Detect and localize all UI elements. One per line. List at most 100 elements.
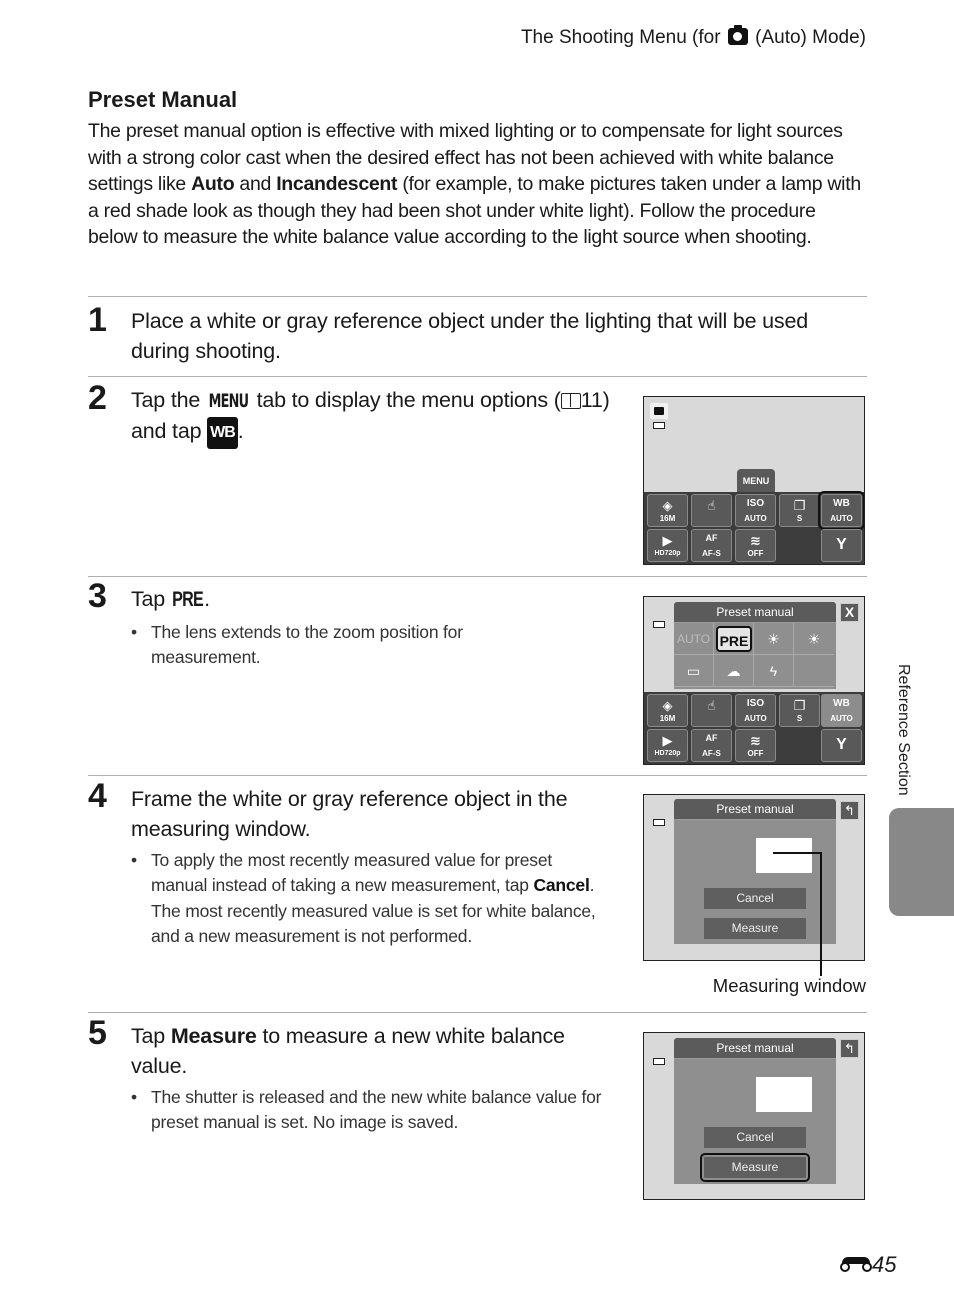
wind-noise-tile[interactable]: ≋ OFF [735,529,776,562]
page-number-text: 45 [872,1252,897,1277]
header-text-after: (Auto) Mode) [755,27,866,48]
divider [88,775,867,776]
camera-screen-preset-measure-selected: Preset manual ↰ Cancel Measure [643,1032,865,1200]
continuous-tile[interactable]: ❐ S [779,694,820,727]
movie-af-icon: AF [705,533,718,543]
preset-panel: Cancel Measure [674,1059,836,1184]
intro-text: and [234,173,277,196]
battery-icon [653,1058,665,1065]
setup-tile[interactable]: Y [821,529,862,562]
wb-option-flash[interactable]: ϟ [754,655,794,687]
bullet-text: The lens extends to the zoom position fo… [151,622,463,668]
bullet-text: The shutter is released and the new whit… [151,1087,602,1133]
text: Tap the [131,388,206,412]
daylight-icon: ☀ [767,631,780,647]
wind-noise-icon: ≋ [750,733,761,748]
image-mode-tile[interactable]: ◈ 16M [647,494,688,527]
touch-shooting-icon: ☝ [707,498,716,513]
white-balance-icon: WB [833,698,850,709]
white-balance-icon: WB [207,417,238,449]
running-header: The Shooting Menu (for (Auto) Mode) [521,25,866,49]
text: . [237,419,244,443]
movie-af-tile[interactable]: AF AF-S [691,729,732,762]
iso-icon: ISO [746,698,765,709]
white-balance-tile[interactable]: WB AUTO [818,491,864,530]
panel-title: Preset manual [674,602,836,623]
close-button[interactable]: X [840,603,859,622]
continuous-icon: ❐ [793,698,806,713]
auto-mode-camera-icon [650,403,668,419]
divider [88,376,867,377]
wb-option-incandescent[interactable]: ☀ [794,623,834,655]
step-number: 5 [88,1014,107,1052]
bullet-item: • To apply the most recently measured val… [131,848,601,949]
back-button[interactable]: ↰ [840,1039,859,1058]
step-text: Place a white or gray reference object u… [131,309,808,363]
wind-noise-tile[interactable]: ≋ OFF [735,729,776,762]
camera-screen-wb-options: Preset manual X AUTO PRE ☀ ☀ ▭ ☁ ϟ ◈ 16M … [643,596,865,765]
movie-af-tile[interactable]: AF AF-S [691,529,732,562]
continuous-icon: ❐ [793,498,806,513]
menu-tab[interactable]: MENU [737,469,775,493]
callout-line [773,852,822,854]
white-balance-tile[interactable]: WB AUTO [821,694,862,727]
callout-measuring-window: Measuring window [712,975,866,996]
section-title: Preset Manual [88,87,238,112]
cancel-button[interactable]: Cancel [704,1127,806,1148]
measure-button[interactable]: Measure [700,1153,810,1182]
battery-icon [653,621,665,628]
text: . [204,587,210,611]
panel-title: Preset manual [674,799,836,820]
callout-line [820,852,822,976]
iso-icon: ISO [746,498,765,509]
cancel-button[interactable]: Cancel [704,888,806,909]
setup-wrench-icon: Y [836,736,847,753]
divider [88,576,867,577]
intro-paragraph: The preset manual option is effective wi… [88,118,868,251]
camera-screen-preset-measure: Preset manual ↰ Cancel Measure [643,794,865,961]
setup-tile[interactable]: Y [821,729,862,762]
back-button[interactable]: ↰ [840,801,859,820]
wind-noise-icon: ≋ [750,533,761,548]
step-number: 2 [88,379,107,417]
preset-manual-button[interactable]: PRE [716,626,752,652]
fluorescent-icon: ▭ [686,663,701,679]
auto-mode-camera-icon [727,25,748,45]
white-balance-icon: WB [833,498,850,509]
panel-title: Preset manual [674,1038,836,1059]
text: tab to display the menu options ( [250,388,561,412]
text: Tap [131,587,171,611]
image-mode-tile[interactable]: ◈ 16M [647,694,688,727]
bullet-item: • The shutter is released and the new whi… [131,1085,611,1136]
measure-button[interactable]: Measure [704,918,806,939]
touch-shooting-tile[interactable]: ☝ [691,694,732,727]
cloudy-icon: ☁ [726,663,741,679]
continuous-tile[interactable]: ❐ S [779,494,820,527]
movie-tile[interactable]: ▶ HD720p [647,729,688,762]
iso-tile[interactable]: ISO AUTO [735,494,776,527]
iso-tile[interactable]: ISO AUTO [735,694,776,727]
text: To apply the most recently measured valu… [151,850,553,896]
wb-option-cloudy[interactable]: ☁ [714,655,754,687]
image-mode-icon: ◈ [662,498,673,513]
page-reference: 11 [580,388,603,412]
measuring-window [756,1077,812,1112]
step-number: 3 [88,577,107,615]
wb-option-fluorescent[interactable]: ▭ [674,655,714,687]
measuring-window [756,838,812,873]
step-number: 4 [88,777,107,815]
book-reference-icon [560,393,581,409]
wb-option-preset[interactable]: PRE [714,623,754,655]
intro-bold-incandescent: Incandescent [276,173,398,196]
wb-option-daylight[interactable]: ☀ [754,623,794,655]
touch-shooting-tile[interactable]: ☝ [691,494,732,527]
wb-option-auto[interactable]: AUTO [674,623,714,655]
movie-af-icon: AF [705,733,718,743]
bullet-text: To apply the most recently measured valu… [151,848,601,949]
side-tab-label: Reference Section [895,664,912,796]
camera-screen-menu: MENU ◈ 16M ☝ ISO AUTO ❐ S WB AUTO ▶ HD720p AF… [643,396,865,565]
movie-tile[interactable]: ▶ HD720p [647,529,688,562]
touch-shooting-icon: ☝ [707,698,716,713]
movie-icon: ▶ [662,733,673,748]
intro-bold-auto: Auto [191,173,235,196]
